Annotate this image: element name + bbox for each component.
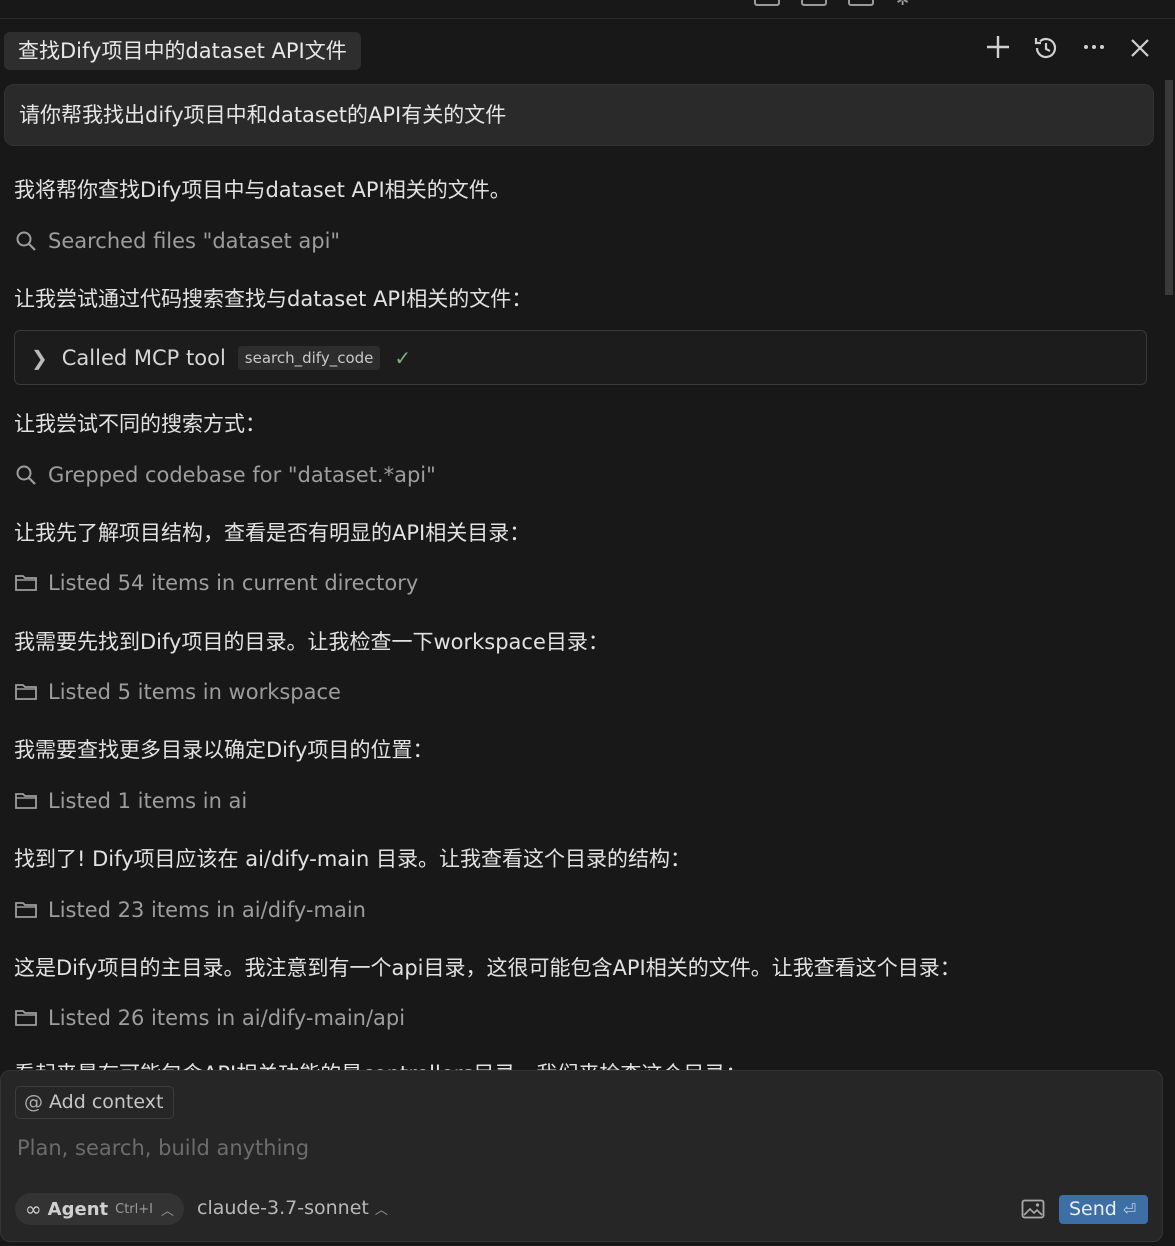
panel-toggle-icon[interactable] bbox=[801, 0, 827, 6]
list-dir-action[interactable]: Listed 5 items in workspace bbox=[14, 680, 341, 704]
send-label: Send bbox=[1069, 1198, 1117, 1220]
action-label: Listed 23 items in ai/dify-main bbox=[48, 898, 366, 922]
assistant-message: 让我尝试不同的搜索方式： bbox=[14, 412, 266, 436]
chat-title-tab[interactable]: 查找Dify项目中的dataset API文件 bbox=[4, 32, 361, 70]
tool-name-badge: search_dify_code bbox=[237, 345, 381, 370]
chat-header: 查找Dify项目中的dataset API文件 bbox=[0, 26, 1175, 74]
add-context-label: Add context bbox=[49, 1091, 164, 1113]
folder-icon bbox=[15, 575, 37, 591]
assistant-message: 我将帮你查找Dify项目中与dataset API相关的文件。 bbox=[14, 178, 511, 202]
search-icon bbox=[16, 465, 36, 485]
chevron-right-icon: ❯ bbox=[31, 345, 48, 370]
send-button[interactable]: Send ⏎ bbox=[1059, 1195, 1148, 1224]
grep-action[interactable]: Grepped codebase for "dataset.*api" bbox=[14, 463, 436, 487]
add-context-button[interactable]: @ Add context bbox=[15, 1086, 175, 1119]
user-message[interactable]: 请你帮我找出dify项目中和dataset的API有关的文件 bbox=[4, 84, 1154, 146]
check-icon: ✓ bbox=[394, 345, 412, 370]
mcp-tool-label: Called MCP tool bbox=[61, 345, 226, 370]
assistant-message: 这是Dify项目的主目录。我注意到有一个api目录，这很可能包含API相关的文件… bbox=[14, 956, 961, 980]
plus-icon[interactable] bbox=[981, 34, 1015, 68]
action-label: Grepped codebase for "dataset.*api" bbox=[48, 463, 436, 487]
action-label: Listed 54 items in current directory bbox=[48, 571, 419, 595]
settings-icon[interactable]: ✲ bbox=[896, 0, 909, 9]
folder-icon bbox=[15, 902, 37, 918]
assistant-message: 我需要查找更多目录以确定Dify项目的位置： bbox=[14, 738, 434, 762]
close-icon[interactable] bbox=[1123, 34, 1157, 68]
infinity-icon: ∞ bbox=[25, 1197, 42, 1221]
list-dir-action[interactable]: Listed 26 items in ai/dify-main/api bbox=[14, 1006, 405, 1030]
search-icon bbox=[16, 231, 36, 251]
history-icon[interactable] bbox=[1029, 34, 1063, 68]
agent-mode-label: Agent bbox=[47, 1198, 109, 1220]
action-label: Listed 26 items in ai/dify-main/api bbox=[48, 1006, 406, 1030]
more-icon[interactable] bbox=[1077, 34, 1111, 68]
assistant-message: 让我尝试通过代码搜索查找与dataset API相关的文件： bbox=[14, 287, 533, 311]
agent-mode-selector[interactable]: ∞ Agent Ctrl+I ︿ bbox=[15, 1193, 184, 1225]
chevron-up-icon: ︿ bbox=[374, 1203, 388, 1218]
model-selector[interactable]: claude-3.7-sonnet ︿ bbox=[197, 1197, 388, 1219]
mcp-tool-call[interactable]: ❯ Called MCP tool search_dify_code ✓ bbox=[14, 330, 1147, 385]
action-label: Listed 1 items in ai bbox=[48, 789, 248, 813]
at-icon: @ bbox=[24, 1091, 43, 1113]
action-label: Searched files "dataset api" bbox=[48, 229, 341, 253]
folder-icon bbox=[15, 793, 37, 809]
action-label: Listed 5 items in workspace bbox=[48, 680, 341, 704]
image-icon[interactable] bbox=[1021, 1199, 1045, 1219]
return-icon: ⏎ bbox=[1122, 1200, 1137, 1219]
sidebar-toggle-icon[interactable] bbox=[848, 0, 874, 6]
list-dir-action[interactable]: Listed 1 items in ai bbox=[14, 789, 247, 813]
model-name: claude-3.7-sonnet bbox=[197, 1197, 369, 1219]
chat-scroll-area[interactable]: 请你帮我找出dify项目中和dataset的API有关的文件 我将帮你查找Dif… bbox=[0, 80, 1160, 1070]
search-files-action[interactable]: Searched files "dataset api" bbox=[14, 229, 340, 253]
layout-toggle-icon[interactable] bbox=[754, 0, 780, 6]
assistant-message: 我需要先找到Dify项目的目录。让我检查一下workspace目录： bbox=[14, 630, 609, 654]
scrollbar-thumb[interactable] bbox=[1165, 80, 1173, 295]
chevron-up-icon: ︿ bbox=[160, 1203, 174, 1219]
folder-icon bbox=[15, 684, 37, 700]
assistant-message: 看起来最有可能包含API相关功能的是controllers目录。我们来检查这个目… bbox=[14, 1058, 746, 1070]
assistant-message: 找到了! Dify项目应该在 ai/dify-main 目录。让我查看这个目录的… bbox=[14, 847, 691, 871]
shortcut-hint: Ctrl+I bbox=[115, 1201, 153, 1217]
assistant-message: 让我先了解项目结构，查看是否有明显的API相关目录： bbox=[14, 521, 531, 545]
list-dir-action[interactable]: Listed 23 items in ai/dify-main bbox=[14, 898, 366, 922]
list-dir-action[interactable]: Listed 54 items in current directory bbox=[14, 571, 418, 595]
folder-icon bbox=[15, 1010, 37, 1026]
chat-composer: @ Add context ∞ Agent Ctrl+I ︿ claude-3.… bbox=[0, 1070, 1163, 1242]
prompt-input[interactable] bbox=[15, 1129, 1139, 1167]
window-top-bar: ✲ bbox=[0, 0, 1175, 19]
